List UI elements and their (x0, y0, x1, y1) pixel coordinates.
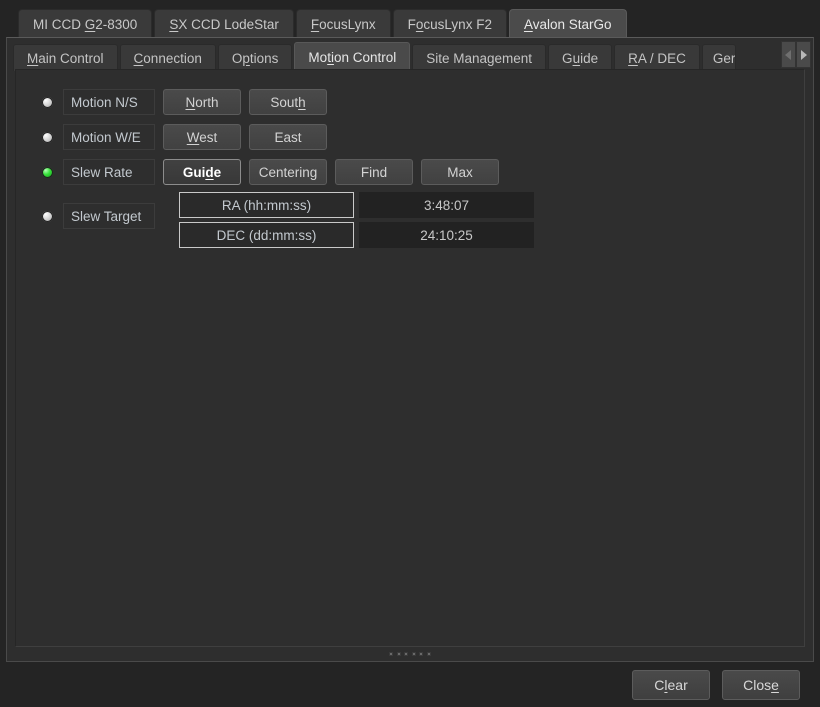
slew-rate-max-label: Max (447, 164, 473, 180)
slew-target-ra-line: RA (hh:mm:ss) 3:48:07 (179, 192, 534, 218)
device-tab-label: Avalon StarGo (523, 16, 612, 32)
grip-dot (389, 651, 393, 656)
avalon-stargo-panel: Main Control Connection Options Motion C… (6, 37, 814, 662)
grip-dot (411, 651, 416, 656)
close-button[interactable]: Close (722, 669, 800, 700)
slew-rate-find-label: Find (360, 164, 388, 180)
slew-target-row: Slew Target (42, 202, 155, 230)
tab-label: Options (231, 50, 279, 66)
tab-label: Connection (133, 50, 202, 66)
module-tab-bar: Main Control Connection Options Motion C… (7, 38, 813, 71)
ra-field-label[interactable]: RA (hh:mm:ss) (179, 192, 354, 218)
dec-value-field[interactable]: 24:10:25 (359, 222, 534, 248)
tab-ra-dec[interactable]: RA / DEC (614, 44, 700, 71)
device-tab-label: FocusLynx (310, 16, 376, 32)
chevron-right-icon (801, 49, 807, 60)
east-button[interactable]: East (249, 124, 327, 150)
south-button-label: South (270, 94, 306, 110)
west-button-label: West (186, 129, 218, 145)
motion-we-led (42, 131, 53, 143)
motion-ns-led (42, 96, 53, 108)
close-button-label: Close (743, 676, 779, 693)
tab-label: Motion Control (308, 49, 397, 65)
tab-scroll-controls (781, 41, 811, 68)
north-button[interactable]: North (163, 89, 241, 115)
tab-connection[interactable]: Connection (119, 44, 216, 71)
motion-we-label: Motion W/E (63, 124, 155, 150)
grip-dot (419, 651, 424, 656)
slew-target-fields: RA (hh:mm:ss) 3:48:07 DEC (dd:mm:ss) 24:… (179, 192, 534, 252)
tab-gear-partial[interactable]: Ger (701, 44, 737, 71)
north-button-label: North (185, 94, 219, 110)
slew-rate-centering-label: Centering (258, 164, 318, 180)
tab-site-management[interactable]: Site Management (412, 44, 547, 71)
slew-rate-row: Slew Rate Guide Centering Find Max (42, 158, 499, 186)
device-tab-sx-ccd-lodestar[interactable]: SX CCD LodeStar (154, 9, 294, 38)
tab-label: Guide (562, 50, 599, 66)
tab-label: Ger (712, 50, 736, 66)
slew-rate-guide-button[interactable]: Guide (163, 159, 241, 185)
grip-dot (396, 651, 401, 656)
device-tab-focuslynx[interactable]: FocusLynx (295, 9, 391, 38)
device-tab-label: FocusLynx F2 (407, 16, 492, 32)
tab-main-control[interactable]: Main Control (13, 44, 118, 71)
west-button[interactable]: West (163, 124, 241, 150)
slew-target-dec-line: DEC (dd:mm:ss) 24:10:25 (179, 222, 534, 248)
device-tab-mi-ccd-g2-8300[interactable]: MI CCD G2-8300 (18, 9, 153, 38)
slew-target-label: Slew Target (63, 203, 155, 229)
tab-motion-control[interactable]: Motion Control (294, 42, 411, 71)
device-tab-bar: MI CCD G2-8300 SX CCD LodeStar FocusLynx… (0, 0, 820, 38)
tab-label: Main Control (27, 50, 104, 66)
south-button[interactable]: South (249, 89, 327, 115)
slew-rate-guide-label: Guide (182, 164, 222, 180)
dialog-footer: Clear Close (0, 662, 820, 707)
slew-target-led (42, 210, 53, 222)
slew-rate-centering-button[interactable]: Centering (249, 159, 327, 185)
motion-ns-label: Motion N/S (63, 89, 155, 115)
panel-resize-grip[interactable] (389, 651, 431, 656)
dec-field-label[interactable]: DEC (dd:mm:ss) (179, 222, 354, 248)
motion-ns-row: Motion N/S North South (42, 88, 327, 116)
clear-button[interactable]: Clear (632, 669, 710, 700)
device-tab-avalon-stargo[interactable]: Avalon StarGo (508, 9, 627, 38)
grip-dot (426, 651, 431, 656)
tab-label: RA / DEC (628, 50, 686, 66)
tab-scroll-right-button[interactable] (796, 41, 811, 68)
motion-control-content: Motion N/S North South Motion W/E West E… (15, 69, 805, 647)
grip-dot (404, 651, 409, 656)
slew-rate-led (42, 166, 53, 178)
tab-scroll-left-button[interactable] (781, 41, 796, 68)
device-tab-label: MI CCD G2-8300 (33, 16, 138, 32)
motion-we-row: Motion W/E West East (42, 123, 327, 151)
slew-rate-label: Slew Rate (63, 159, 155, 185)
chevron-left-icon (785, 49, 791, 60)
tab-options[interactable]: Options (217, 44, 293, 71)
tab-guide[interactable]: Guide (548, 44, 613, 71)
slew-rate-find-button[interactable]: Find (335, 159, 413, 185)
device-tab-focuslynx-f2[interactable]: FocusLynx F2 (392, 9, 507, 38)
ra-value-field[interactable]: 3:48:07 (359, 192, 534, 218)
slew-rate-max-button[interactable]: Max (421, 159, 499, 185)
east-button-label: East (274, 129, 302, 145)
tab-label: Site Management (426, 50, 533, 66)
device-tab-label: SX CCD LodeStar (169, 16, 279, 32)
clear-button-label: Clear (654, 676, 688, 693)
